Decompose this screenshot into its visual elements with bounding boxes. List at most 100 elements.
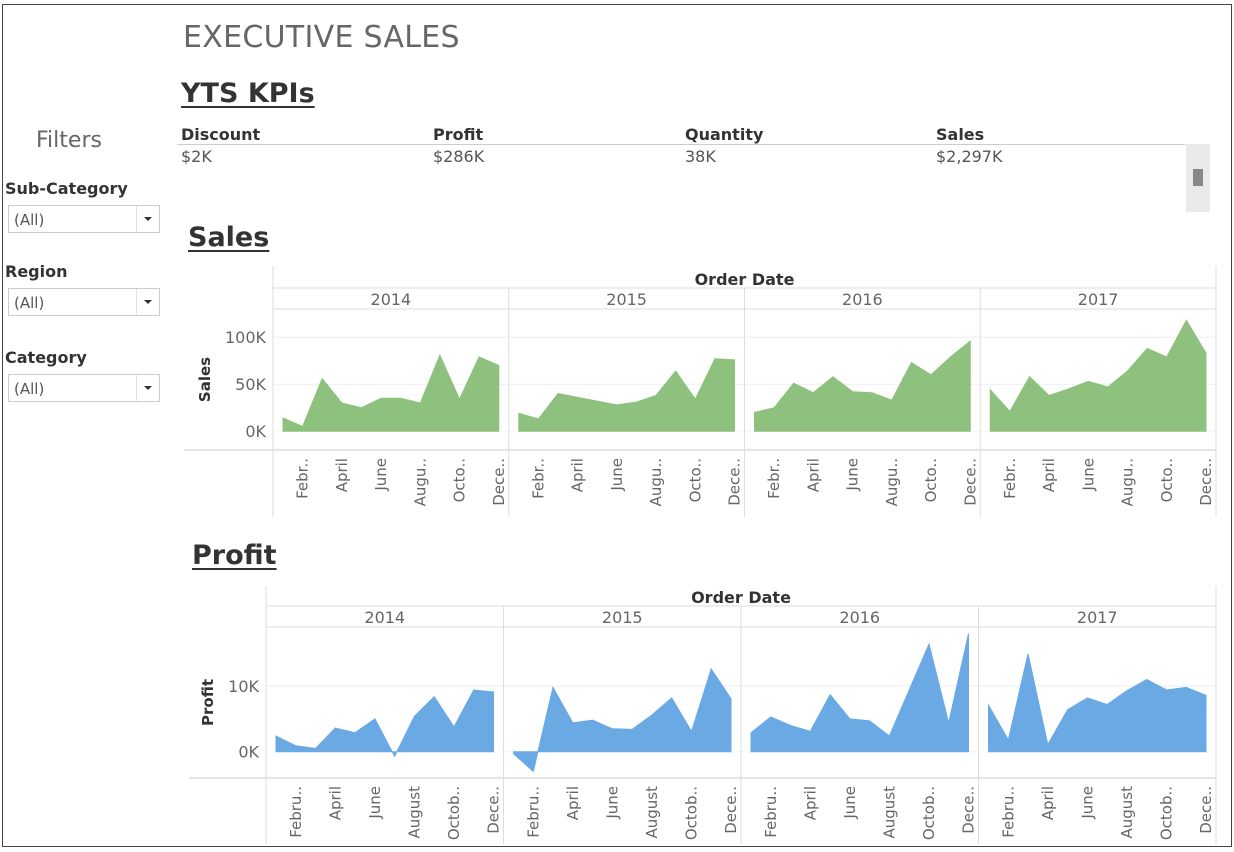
kpi-discount-label: Discount (181, 125, 261, 144)
x-tick-label: April (564, 786, 582, 820)
profit-chart-title: Profit (192, 540, 277, 571)
x-tick-label: Febru.. (524, 786, 542, 838)
year-label: 2016 (839, 608, 880, 627)
x-tick-label: June (844, 458, 862, 492)
column-header-label: Order Date (695, 270, 795, 289)
filter-category-label: Category (5, 348, 87, 367)
filter-category-value: (All) (14, 380, 45, 398)
kpi-profit-value: $286K (433, 147, 485, 166)
y-tick-label: 10K (228, 677, 259, 696)
kpi-profit-label: Profit (433, 125, 484, 144)
area-series-2015 (518, 358, 735, 432)
year-label: 2014 (371, 290, 412, 309)
year-label: 2016 (842, 290, 883, 309)
year-label: 2015 (606, 290, 647, 309)
x-tick-label: August (643, 786, 661, 839)
x-tick-label: April (326, 786, 344, 820)
x-tick-label: June (603, 786, 621, 820)
x-tick-label: June (1078, 786, 1096, 820)
x-tick-label: Dece.. (490, 458, 508, 506)
x-tick-label: Dece.. (726, 458, 744, 506)
x-tick-label: Octob.. (445, 786, 463, 840)
filter-subcategory-dropdown[interactable]: (All) (8, 205, 160, 233)
x-tick-label: April (569, 458, 587, 492)
x-tick-label: Febr.. (294, 458, 312, 499)
chevron-down-icon[interactable] (136, 375, 159, 401)
area-series-2017 (988, 653, 1207, 753)
x-tick-label: Dece.. (485, 786, 503, 834)
x-tick-label: Augu.. (1119, 458, 1137, 506)
chevron-down-icon[interactable] (136, 289, 159, 315)
x-tick-label: Febr.. (765, 458, 783, 499)
x-tick-label: Octo.. (922, 458, 940, 502)
year-label: 2017 (1078, 290, 1119, 309)
x-tick-label: Dece.. (1197, 786, 1215, 834)
x-tick-label: April (801, 786, 819, 820)
dashboard-title: EXECUTIVE SALES (183, 20, 460, 55)
x-tick-label: Dece.. (961, 458, 979, 506)
x-tick-label: Octo.. (686, 458, 704, 502)
sales-chart: Order Date Sales 0K 50K 100K 2014 Febr.. April J… (184, 266, 1217, 517)
kpi-sales-value: $2,297K (936, 147, 1003, 166)
x-tick-label: Octob.. (682, 786, 700, 840)
filters-heading: Filters (36, 128, 102, 153)
y-tick-label: 0K (238, 743, 259, 762)
kpi-divider (177, 144, 1185, 145)
y-axis-label: Profit (199, 679, 217, 726)
y-tick-label: 100K (225, 328, 267, 347)
kpi-quantity-value: 38K (685, 147, 716, 166)
x-tick-label: August (405, 786, 423, 839)
x-tick-label: Octob.. (920, 786, 938, 840)
kpi-scrollbar-thumb[interactable] (1193, 169, 1203, 186)
kpi-sales-label: Sales (936, 125, 985, 144)
x-tick-label: Octo.. (1158, 458, 1176, 502)
x-tick-label: June (608, 458, 626, 492)
area-series-2014 (282, 353, 500, 432)
x-tick-label: Augu.. (647, 458, 665, 506)
x-tick-label: June (1079, 458, 1097, 492)
y-tick-label: 50K (235, 375, 266, 394)
x-tick-label: April (804, 458, 822, 492)
area-series-2015 (513, 667, 732, 773)
x-tick-label: April (1039, 786, 1057, 820)
x-tick-label: Octo.. (451, 458, 469, 502)
x-tick-label: Febr.. (1001, 458, 1019, 499)
filter-region-dropdown[interactable]: (All) (8, 288, 160, 316)
x-tick-label: Febr.. (529, 458, 547, 499)
year-label: 2015 (602, 608, 643, 627)
filter-region-value: (All) (14, 294, 45, 312)
filter-category-dropdown[interactable]: (All) (8, 374, 160, 402)
column-header-label: Order Date (691, 588, 791, 607)
kpi-discount-value: $2K (181, 147, 212, 166)
sales-chart-title: Sales (188, 222, 270, 253)
x-tick-label: Febru.. (287, 786, 305, 838)
y-axis-label: Sales (196, 357, 214, 402)
x-tick-label: April (333, 458, 351, 492)
y-tick-label: 0K (245, 422, 266, 441)
kpi-section-title: YTS KPIs (181, 78, 315, 109)
kpi-quantity-label: Quantity (685, 125, 764, 144)
x-tick-label: June (841, 786, 859, 820)
area-series-2014 (275, 689, 494, 758)
x-tick-label: Augu.. (883, 458, 901, 506)
filter-subcategory-label: Sub-Category (5, 179, 128, 198)
x-tick-label: Octob.. (1157, 786, 1175, 840)
x-tick-label: Febru.. (762, 786, 780, 838)
area-series-2016 (754, 339, 971, 432)
x-tick-label: Dece.. (960, 786, 978, 834)
year-label: 2014 (364, 608, 405, 627)
area-series-2016 (750, 633, 969, 753)
x-tick-label: August (880, 786, 898, 839)
filter-region-label: Region (5, 262, 68, 281)
x-tick-label: April (1040, 458, 1058, 492)
x-tick-label: Dece.. (1197, 458, 1215, 506)
chevron-down-icon[interactable] (136, 206, 159, 232)
x-tick-label: Febru.. (999, 786, 1017, 838)
profit-chart: Order Date Profit 0K 10K 2014 Febru.. April Jun… (189, 586, 1217, 844)
filter-subcategory-value: (All) (14, 211, 45, 229)
x-tick-label: Augu.. (411, 458, 429, 506)
x-tick-label: June (366, 786, 384, 820)
x-tick-label: August (1118, 786, 1136, 839)
year-label: 2017 (1077, 608, 1118, 627)
x-tick-label: June (372, 458, 390, 492)
